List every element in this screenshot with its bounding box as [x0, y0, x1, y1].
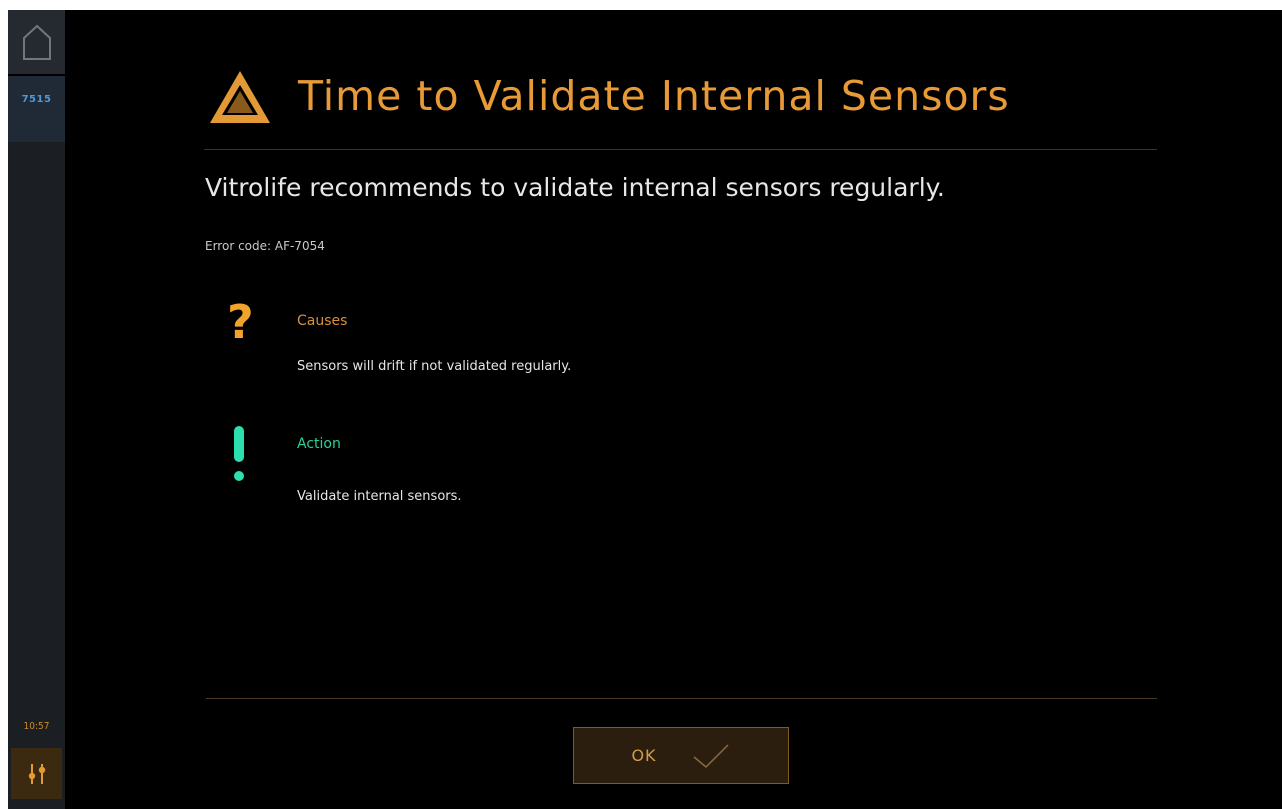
settings-button[interactable]	[11, 748, 62, 799]
clock-time: 10:57	[23, 721, 50, 732]
dialog-subtitle: Vitrolife recommends to validate interna…	[205, 173, 945, 202]
action-text: Validate internal sensors.	[297, 489, 462, 504]
checkmark-icon	[693, 743, 729, 768]
home-icon	[22, 24, 51, 60]
home-button[interactable]	[8, 10, 65, 74]
ok-button[interactable]: OK	[573, 727, 789, 784]
sliders-icon	[28, 763, 45, 784]
error-code: Error code: AF-7054	[205, 239, 325, 253]
sidebar: 7515 10:57	[8, 10, 65, 809]
title-divider	[204, 149, 1157, 150]
action-title: Action	[297, 436, 341, 452]
ok-button-label: OK	[631, 746, 657, 765]
footer-divider	[206, 698, 1157, 699]
instrument-id: 7515	[21, 94, 52, 105]
causes-text: Sensors will drift if not validated regu…	[297, 359, 572, 374]
causes-title: Causes	[297, 313, 348, 329]
alarm-screen: 7515 10:57 Time to Validate Internal Sen…	[8, 10, 1282, 809]
exclamation-mark-icon	[234, 426, 244, 481]
warning-triangle-icon	[210, 71, 270, 123]
question-mark-icon: ?	[227, 295, 254, 349]
dialog-title: Time to Validate Internal Sensors	[298, 72, 1010, 120]
instrument-tab[interactable]	[8, 76, 65, 142]
